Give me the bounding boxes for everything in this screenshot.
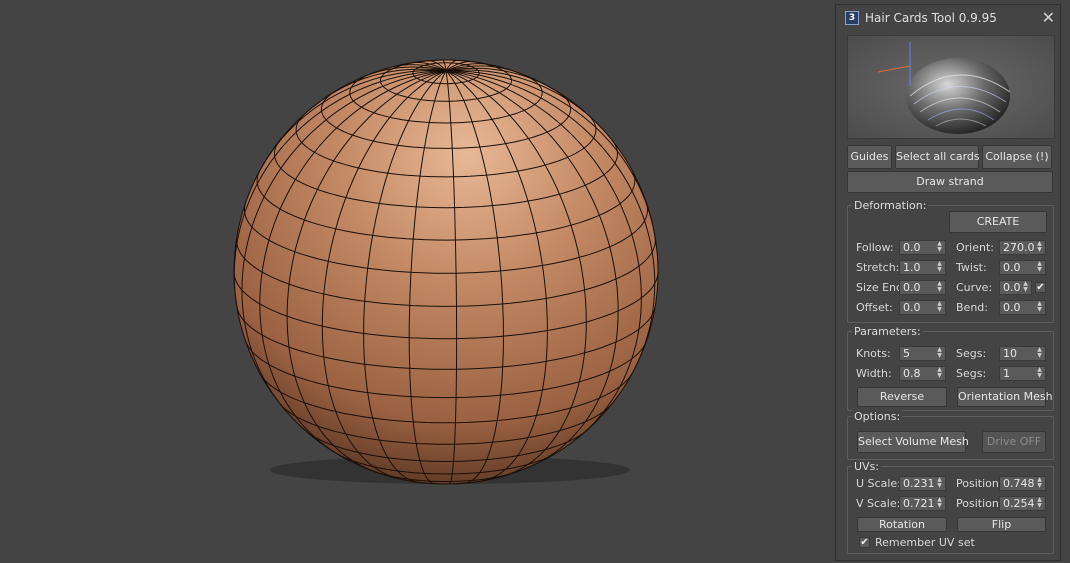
options-title: Options: bbox=[852, 410, 903, 423]
deformation-title: Deformation: bbox=[852, 199, 929, 212]
spinner-arrows-icon: ▲ ▼ bbox=[1037, 476, 1042, 489]
follow-label: Follow: bbox=[856, 241, 894, 254]
collapse-button[interactable]: Collapse (!) bbox=[982, 145, 1052, 169]
spinner-arrows-icon: ▲ ▼ bbox=[1037, 240, 1042, 253]
orient-spinner[interactable]: 270.0 ▲ ▼ bbox=[999, 240, 1046, 255]
u-scale-label: U Scale: bbox=[856, 477, 901, 490]
u-position-spinner[interactable]: 0.748 ▲ ▼ bbox=[999, 476, 1046, 491]
v-scale-spinner[interactable]: 0.721 ▲ ▼ bbox=[899, 496, 946, 511]
spinner-arrows-icon: ▲ ▼ bbox=[1023, 280, 1028, 293]
select-volume-mesh-button[interactable]: Select Volume Mesh bbox=[857, 431, 969, 453]
offset-spinner[interactable]: 0.0 ▲ ▼ bbox=[899, 300, 946, 315]
spinner-arrows-icon: ▲ ▼ bbox=[1037, 496, 1042, 509]
deformation-group: Deformation: CREATE Follow: 0.0 ▲ ▼ Orient… bbox=[847, 199, 1054, 323]
preview-image bbox=[847, 35, 1055, 139]
curve-spinner[interactable]: 0.0 ▲ ▼ bbox=[999, 280, 1032, 295]
width-spinner[interactable]: 0.8 ▲ ▼ bbox=[899, 366, 946, 381]
twist-spinner[interactable]: 0.0 ▲ ▼ bbox=[999, 260, 1046, 275]
twist-label: Twist: bbox=[956, 261, 987, 274]
orientation-mesh-button[interactable]: Orientation Mesh bbox=[957, 387, 1053, 407]
parameters-group: Parameters: Knots: 5 ▲ ▼ Segs: 10 ▲ ▼ Width:… bbox=[847, 325, 1054, 411]
spinner-arrows-icon: ▲ ▼ bbox=[937, 280, 942, 293]
curve-label: Curve: bbox=[956, 281, 993, 294]
spinner-arrows-icon: ▲ ▼ bbox=[937, 240, 942, 253]
size-end-spinner[interactable]: 0.0 ▲ ▼ bbox=[899, 280, 946, 295]
select-all-cards-button[interactable]: Select all cards bbox=[895, 145, 980, 169]
orient-label: Orient: bbox=[956, 241, 994, 254]
spinner-arrows-icon: ▲ ▼ bbox=[1037, 366, 1042, 379]
segs-label: Segs: bbox=[956, 347, 987, 360]
segs-width-label: Segs: bbox=[956, 367, 987, 380]
guides-button[interactable]: Guides bbox=[847, 145, 892, 169]
remember-uv-set-label: Remember UV set bbox=[875, 536, 975, 549]
bend-label: Bend: bbox=[956, 301, 988, 314]
window-title: Hair Cards Tool 0.9.95 bbox=[865, 11, 997, 25]
spinner-arrows-icon: ▲ ▼ bbox=[937, 366, 942, 379]
stretch-label: Stretch: bbox=[856, 261, 900, 274]
parameters-title: Parameters: bbox=[852, 325, 923, 338]
hair-cards-tool-panel: 3 Hair Cards Tool 0.9.95 ✕ Guides Select… bbox=[835, 4, 1061, 561]
spinner-arrows-icon: ▲ ▼ bbox=[1037, 346, 1042, 359]
rotation-button[interactable]: Rotation bbox=[857, 517, 947, 532]
v-position-spinner[interactable]: 0.254 ▲ ▼ bbox=[999, 496, 1046, 511]
follow-spinner[interactable]: 0.0 ▲ ▼ bbox=[899, 240, 946, 255]
u-scale-spinner[interactable]: 0.231 ▲ ▼ bbox=[899, 476, 946, 491]
remember-uv-set-checkbox[interactable]: ✔ bbox=[859, 537, 870, 548]
flip-button[interactable]: Flip bbox=[957, 517, 1046, 532]
spinner-arrows-icon: ▲ ▼ bbox=[1037, 260, 1042, 273]
curve-checkbox[interactable]: ✔ bbox=[1035, 282, 1046, 293]
drive-off-button[interactable]: Drive OFF bbox=[982, 431, 1046, 453]
spinner-arrows-icon: ▲ ▼ bbox=[937, 300, 942, 313]
knots-label: Knots: bbox=[856, 347, 891, 360]
title-bar[interactable]: 3 Hair Cards Tool 0.9.95 ✕ bbox=[836, 5, 1060, 31]
size-end-label: Size End bbox=[856, 281, 903, 294]
width-label: Width: bbox=[856, 367, 892, 380]
close-icon[interactable]: ✕ bbox=[1042, 8, 1055, 27]
uvs-title: UVs: bbox=[852, 460, 882, 473]
knots-spinner[interactable]: 5 ▲ ▼ bbox=[899, 346, 946, 361]
spinner-arrows-icon: ▲ ▼ bbox=[937, 476, 942, 489]
draw-strand-button[interactable]: Draw strand bbox=[847, 171, 1053, 193]
options-group: Options: Select Volume Mesh Drive OFF bbox=[847, 410, 1054, 460]
v-scale-label: V Scale: bbox=[856, 497, 901, 510]
app-icon: 3 bbox=[845, 11, 859, 25]
viewport[interactable] bbox=[0, 0, 834, 563]
offset-label: Offset: bbox=[856, 301, 893, 314]
u-position-label: Position: bbox=[956, 477, 1003, 490]
spinner-arrows-icon: ▲ ▼ bbox=[1037, 300, 1042, 313]
reverse-button[interactable]: Reverse bbox=[857, 387, 947, 407]
spinner-arrows-icon: ▲ ▼ bbox=[937, 346, 942, 359]
segs-spinner[interactable]: 10 ▲ ▼ bbox=[999, 346, 1046, 361]
create-button[interactable]: CREATE bbox=[949, 211, 1047, 233]
wireframe-sphere bbox=[233, 59, 659, 485]
uvs-group: UVs: U Scale: 0.231 ▲ ▼ Position: 0.748 ▲ ▼ … bbox=[847, 460, 1054, 554]
spinner-arrows-icon: ▲ ▼ bbox=[937, 496, 942, 509]
bend-spinner[interactable]: 0.0 ▲ ▼ bbox=[999, 300, 1046, 315]
stretch-spinner[interactable]: 1.0 ▲ ▼ bbox=[899, 260, 946, 275]
spinner-arrows-icon: ▲ ▼ bbox=[937, 260, 942, 273]
v-position-label: Position: bbox=[956, 497, 1003, 510]
segs-width-spinner[interactable]: 1 ▲ ▼ bbox=[999, 366, 1046, 381]
